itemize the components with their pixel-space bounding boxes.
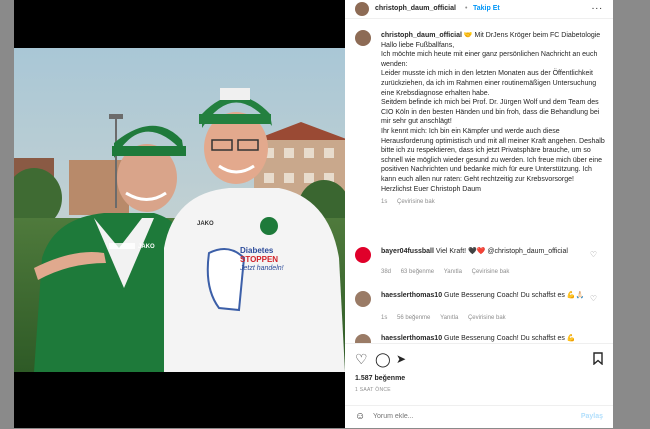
caption-line-5: Seitdem befinde ich mich bei Prof. Dr. J… [381,99,600,126]
comment-username[interactable]: haesslerthomas10 [381,292,442,299]
post-photo-illustration [14,48,345,372]
comment-translate[interactable]: Çevirisine bak [472,269,510,275]
comment-item: haesslerthomas10 Gute Besserung Coach! D… [355,334,605,343]
comment-time: 38d [381,269,392,275]
post-comment-button[interactable]: Paylaş [581,413,603,420]
comment-username[interactable]: bayer04fussball [381,248,434,255]
header-separator: • [465,5,468,12]
comment-text: haesslerthomas10 Gute Besserung Coach! D… [381,291,591,301]
comment-translate[interactable]: Çevirisine bak [468,315,506,321]
post-actions: ♡ ◯ ➤ 1.587 beğenme 1 SAAT ÖNCE [345,343,613,406]
comment-like-heart-icon[interactable]: ♡ [590,294,597,303]
commenter-avatar[interactable] [355,247,371,263]
caption-line-7: Herzlichst Euer Christoph Daum [381,185,481,193]
comment-body: Viel Kraft! 🖤❤️ @christoph_daum_official [435,248,568,255]
bookmark-shape [593,352,603,366]
comment-input[interactable] [373,410,563,423]
avatar[interactable] [355,2,369,16]
shirt-line-2: STOPPEN [240,255,279,264]
shirt-line-3: Jetzt handeln! [240,265,284,272]
post-side-panel: christoph_daum_official • Takip Et ... c… [345,0,613,428]
comment-item: haesslerthomas10 Gute Besserung Coach! D… [355,291,605,327]
caption-line-1: 🤝 Mit DrJens Kröger beim FC Diabetologie [463,32,601,39]
more-options-icon[interactable]: ... [592,1,603,12]
caption-line-2: Hallo liebe Fußballfans, [381,41,455,49]
comment-body: Gute Besserung Coach! Du schaffst es 💪🙏🏻 [444,292,585,299]
post-time-ago: 1 SAAT ÖNCE [355,387,391,393]
caption-line-3: Ich möchte mich heute mit einer ganz per… [381,51,598,68]
share-send-icon[interactable]: ➤ [396,352,406,366]
add-comment-bar: ☺ Paylaş [345,405,613,429]
caption-username[interactable]: christoph_daum_official [381,32,462,39]
jacket-brand: JAKO [138,244,155,250]
post-header: christoph_daum_official • Takip Et ... [345,0,613,19]
likes-count[interactable]: 1.587 beğenme [355,375,405,382]
caption-avatar[interactable] [355,30,371,46]
comment-likes[interactable]: 56 beğenme [397,315,430,321]
comment-meta: 1s 56 beğenme Yanıtla Çevirisine bak [381,315,506,321]
comment-meta: 38d 63 beğenme Yanıtla Çevirisine bak [381,269,509,275]
caption: christoph_daum_official 🤝 Mit DrJens Krö… [381,31,607,208]
caption-time: 1s [381,199,388,206]
comment-item: bayer04fussball Viel Kraft! 🖤❤️ @christo… [355,247,605,279]
comment-like-heart-icon[interactable]: ♡ [590,250,597,259]
commenter-avatar[interactable] [355,291,371,307]
comment-body: Gute Besserung Coach! Du schaffst es 💪 [444,335,576,342]
header-username[interactable]: christoph_daum_official [375,5,456,12]
caption-line-6: Ihr kennt mich: Ich bin ein Kämpfer und … [381,127,605,183]
comment-username[interactable]: haesslerthomas10 [381,335,442,342]
like-heart-icon[interactable]: ♡ [355,352,368,366]
caption-line-4: Leider musste ich mich in den letzten Mo… [381,70,597,97]
comment-likes[interactable]: 63 beğenme [401,269,434,275]
shirt-brand: JAKO [197,221,214,227]
comment-reply[interactable]: Yanıtla [440,315,458,321]
shirt-line-1: Diabetes [240,246,274,255]
comment-text: bayer04fussball Viel Kraft! 🖤❤️ @christo… [381,247,591,257]
follow-button[interactable]: Takip Et [473,5,500,12]
commenter-avatar[interactable] [355,334,371,343]
caption-translate-link[interactable]: Çevirisine bak [397,199,435,205]
comment-text: haesslerthomas10 Gute Besserung Coach! D… [381,334,591,343]
shirt-print: Diabetes STOPPEN Jetzt handeln! [240,246,300,273]
comment-time: 1s [381,315,388,321]
post-image[interactable]: JAKO JAKO Diabetes STOPPEN Jetzt handeln… [14,48,345,372]
comment-bubble-icon[interactable]: ◯ [375,352,391,366]
comment-reply[interactable]: Yanıtla [444,269,462,275]
emoji-icon[interactable]: ☺ [355,411,365,422]
bookmark-icon[interactable] [593,352,603,367]
